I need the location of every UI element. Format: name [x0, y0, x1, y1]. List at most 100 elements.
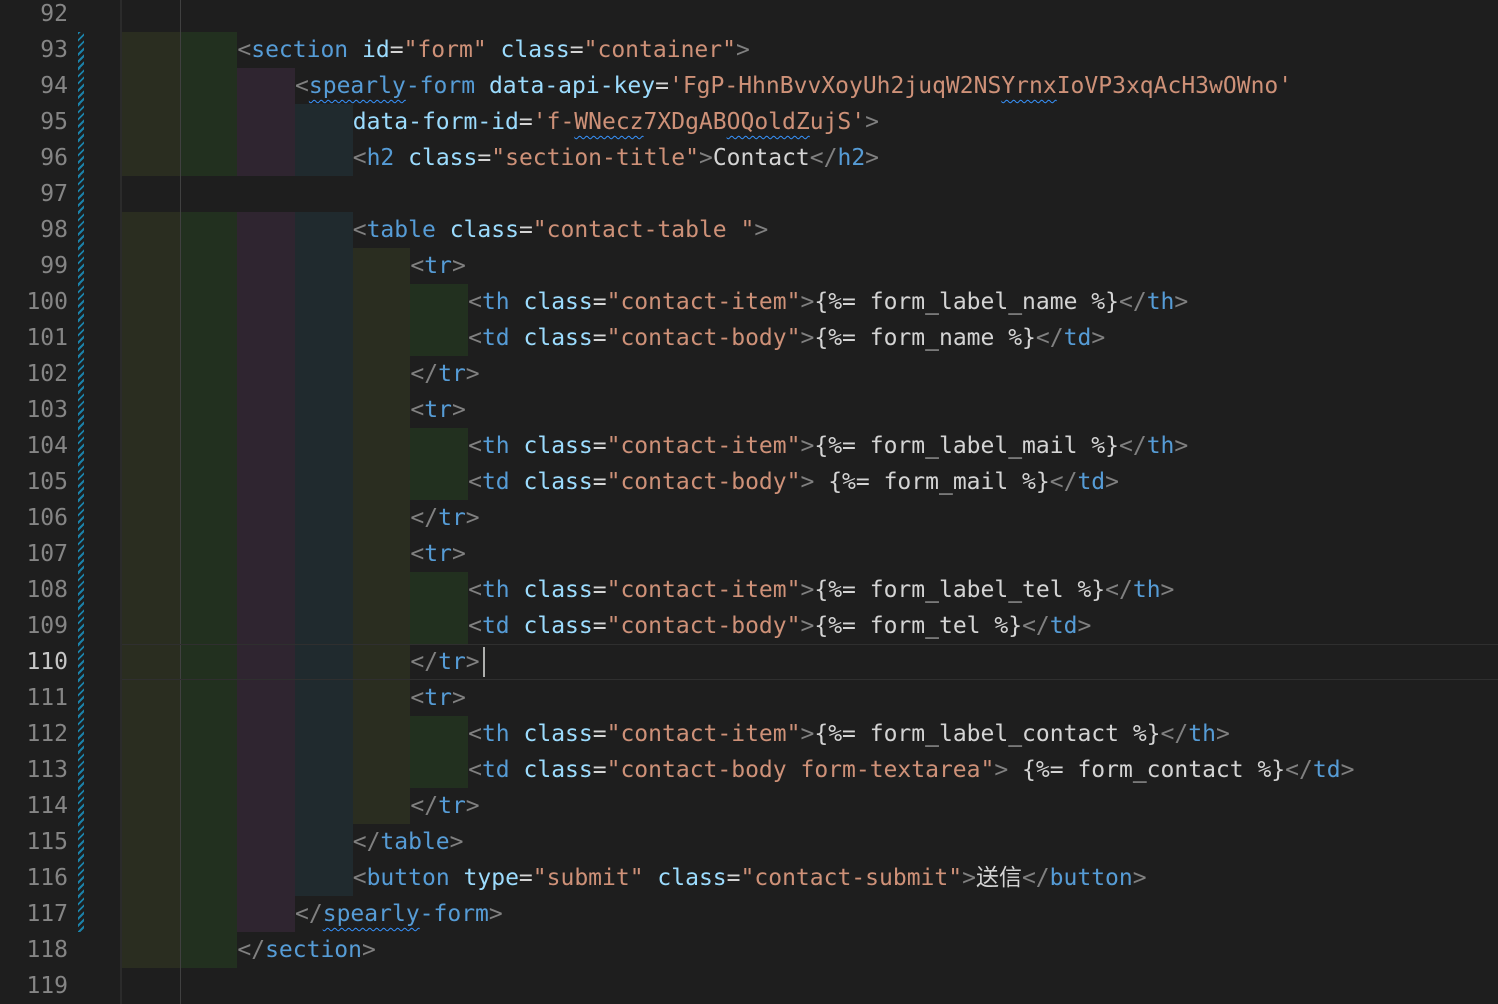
- code-token: id: [362, 37, 390, 63]
- code-line[interactable]: <td class="contact-body form-textarea"> …: [122, 752, 1498, 788]
- code-token: class: [523, 469, 593, 495]
- line-number: 115: [26, 829, 68, 855]
- code-line[interactable]: <td class="contact-body">{%= form_tel %}…: [122, 608, 1498, 644]
- code-token: >: [465, 793, 480, 819]
- code-line[interactable]: <tr>: [122, 536, 1498, 572]
- code-token: >: [451, 253, 466, 279]
- code-line[interactable]: <th class="contact-item">{%= form_label_…: [122, 716, 1498, 752]
- code-token: =: [569, 37, 584, 63]
- code-token: >: [1132, 865, 1147, 891]
- modified-line-marker: [78, 644, 84, 680]
- line-number: 102: [26, 361, 68, 387]
- code-token: "contact-item": [606, 433, 801, 459]
- code-token: =: [477, 145, 492, 171]
- code-token: {%= form_contact %}: [1008, 757, 1286, 783]
- line-number: 114: [26, 793, 68, 819]
- line-number-gutter: 92 93 94 95 96 97 98 99 100 101 102 103 104 105 106 107…: [0, 0, 120, 1004]
- code-token: th: [481, 577, 510, 603]
- code-token: th: [481, 433, 510, 459]
- code-token: >: [1215, 721, 1230, 747]
- modified-line-marker: [78, 32, 84, 68]
- modified-line-marker: [78, 572, 84, 608]
- code-editor[interactable]: 92 93 94 95 96 97 98 99 100 101 102 103 104 105 106 107…: [0, 0, 1498, 1004]
- code-line[interactable]: <table class="contact-table ">: [122, 212, 1498, 248]
- code-line[interactable]: <tr>: [122, 680, 1498, 716]
- code-token: tr: [438, 649, 466, 675]
- code-token: "container": [583, 37, 736, 63]
- code-line[interactable]: </spearly-form>: [122, 896, 1498, 932]
- code-line[interactable]: <th class="contact-item">{%= form_label_…: [122, 284, 1498, 320]
- code-token: h2: [366, 145, 395, 171]
- code-line[interactable]: </tr>: [122, 788, 1498, 824]
- code-token: =: [518, 865, 533, 891]
- modified-line-marker: [78, 284, 84, 320]
- code-line[interactable]: <h2 class="section-title">Contact</h2>: [122, 140, 1498, 176]
- code-token: </: [1160, 721, 1189, 747]
- code-token: h2: [837, 145, 866, 171]
- code-token: </: [410, 649, 439, 675]
- code-token: =: [592, 577, 607, 603]
- code-token: </: [1022, 613, 1050, 639]
- code-line[interactable]: <button type="submit" class="contact-sub…: [122, 860, 1498, 896]
- code-token: "contact-body": [606, 613, 801, 639]
- code-token: =: [592, 721, 607, 747]
- code-line[interactable]: <tr>: [122, 392, 1498, 428]
- code-token: <: [468, 325, 482, 351]
- code-line[interactable]: <th class="contact-item">{%= form_label_…: [122, 428, 1498, 464]
- code-token: >: [1077, 613, 1092, 639]
- code-line[interactable]: </tr>: [122, 644, 1498, 680]
- code-token: >: [754, 217, 769, 243]
- modified-line-marker: [78, 680, 84, 716]
- code-token: tr: [438, 793, 466, 819]
- code-token: "contact-body form-textarea": [606, 757, 995, 783]
- code-token: </: [352, 829, 381, 855]
- code-token: </: [1021, 865, 1050, 891]
- code-line[interactable]: <td class="contact-body"> {%= form_mail …: [122, 464, 1498, 500]
- code-line[interactable]: </tr>: [122, 356, 1498, 392]
- code-line[interactable]: <td class="contact-body">{%= form_name %…: [122, 320, 1498, 356]
- code-line[interactable]: [122, 0, 1498, 32]
- code-token: <: [352, 865, 367, 891]
- code-token: <: [237, 37, 252, 63]
- code-line[interactable]: [122, 968, 1498, 1004]
- code-line[interactable]: <th class="contact-item">{%= form_label_…: [122, 572, 1498, 608]
- code-area[interactable]: <section id="form" class="container"> <sp…: [122, 0, 1498, 1004]
- code-token: >: [449, 829, 464, 855]
- code-token: >: [800, 469, 815, 495]
- line-number: 98: [40, 217, 68, 243]
- line-number: 111: [26, 685, 68, 711]
- code-token: ujS': [809, 109, 866, 135]
- code-token: td: [481, 325, 510, 351]
- code-line[interactable]: <tr>: [122, 248, 1498, 284]
- code-token: >: [362, 937, 376, 963]
- code-token: >: [451, 397, 466, 423]
- code-token: OQoldZ: [726, 109, 810, 135]
- code-line[interactable]: [122, 176, 1498, 212]
- code-line[interactable]: </table>: [122, 824, 1498, 860]
- modified-line-marker: [78, 788, 84, 824]
- modified-line-marker: [78, 500, 84, 536]
- code-line[interactable]: <spearly-form data-api-key='FgP-HhnBvvXo…: [122, 68, 1498, 104]
- code-token: tr: [424, 541, 452, 567]
- code-token: td: [1312, 757, 1341, 783]
- code-token: WNecz: [574, 109, 644, 135]
- code-token: >: [1174, 433, 1189, 459]
- code-token: >: [800, 721, 815, 747]
- code-line[interactable]: </tr>: [122, 500, 1498, 536]
- code-token: >: [451, 685, 466, 711]
- code-line[interactable]: data-form-id='f-WNecz7XDgABOQoldZujS'>: [122, 104, 1498, 140]
- line-number: 109: [26, 613, 68, 639]
- code-line[interactable]: </section>: [122, 932, 1498, 968]
- code-token: =: [592, 613, 607, 639]
- code-line[interactable]: <section id="form" class="container">: [122, 32, 1498, 68]
- code-token: button: [366, 865, 450, 891]
- code-token: >: [1174, 289, 1189, 315]
- line-number: 103: [26, 397, 68, 423]
- code-token: <: [410, 397, 425, 423]
